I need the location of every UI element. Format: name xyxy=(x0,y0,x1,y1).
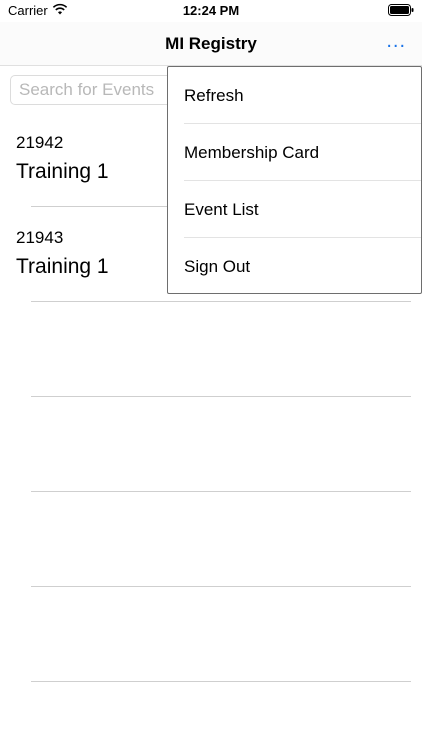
status-bar: Carrier 12:24 PM xyxy=(0,0,422,22)
options-menu: Refresh Membership Card Event List Sign … xyxy=(167,66,422,294)
nav-bar: MI Registry ... xyxy=(0,22,422,66)
empty-row xyxy=(0,397,422,492)
empty-row xyxy=(0,492,422,587)
event-title: Training 1 xyxy=(16,160,109,183)
row-divider xyxy=(31,681,411,682)
menu-item-label: Refresh xyxy=(184,86,244,105)
more-options-button[interactable]: ... xyxy=(386,30,406,53)
battery-icon xyxy=(388,4,414,16)
empty-row xyxy=(0,302,422,397)
event-title: Training 1 xyxy=(16,255,109,278)
menu-item-sign-out[interactable]: Sign Out xyxy=(168,238,421,295)
menu-item-label: Membership Card xyxy=(184,143,320,162)
menu-item-membership-card[interactable]: Membership Card xyxy=(168,124,421,181)
empty-row xyxy=(0,587,422,682)
event-id: 21942 xyxy=(16,133,64,152)
status-time: 12:24 PM xyxy=(182,3,240,18)
menu-item-label: Event List xyxy=(184,200,259,219)
menu-item-label: Sign Out xyxy=(184,257,251,276)
menu-item-refresh[interactable]: Refresh xyxy=(168,67,421,124)
page-title: MI Registry xyxy=(165,34,257,53)
menu-item-event-list[interactable]: Event List xyxy=(168,181,421,238)
event-id: 21943 xyxy=(16,228,64,247)
